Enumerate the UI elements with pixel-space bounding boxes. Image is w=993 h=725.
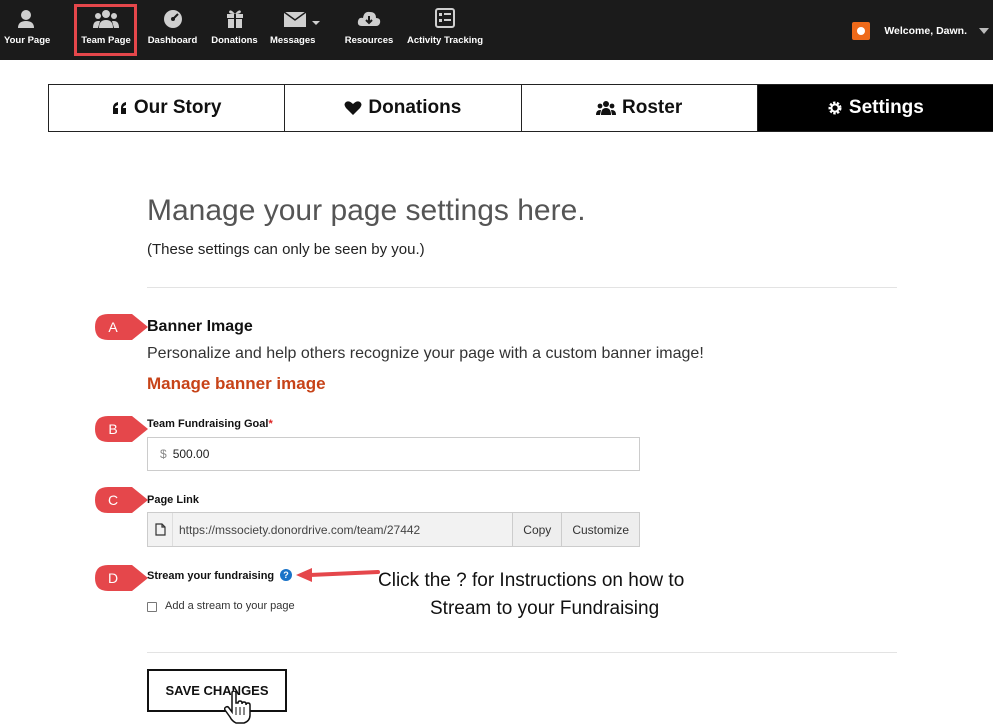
nav-label: Donations bbox=[211, 35, 258, 46]
currency-prefix: $ bbox=[160, 447, 167, 461]
manage-banner-link[interactable]: Manage banner image bbox=[147, 374, 326, 394]
tab-roster[interactable]: Roster bbox=[522, 85, 758, 131]
marker-a: A bbox=[94, 313, 148, 341]
save-changes-button[interactable]: SAVE CHANGES bbox=[147, 669, 287, 712]
team-page-highlight bbox=[74, 4, 137, 56]
hand-cursor-icon bbox=[224, 691, 251, 724]
tab-label: Donations bbox=[368, 97, 462, 118]
top-navbar: Your Page Team Page Dashboard Donations … bbox=[0, 0, 993, 60]
banner-description: Personalize and help others recognize yo… bbox=[147, 345, 704, 362]
marker-c: C bbox=[94, 486, 148, 514]
stream-label: Stream your fundraising bbox=[147, 570, 275, 582]
gear-icon bbox=[827, 100, 843, 116]
users-icon bbox=[596, 100, 617, 116]
envelope-icon bbox=[283, 11, 320, 27]
help-icon[interactable]: ? bbox=[280, 569, 292, 581]
page-link-group: https://mssociety.donordrive.com/team/27… bbox=[147, 512, 640, 547]
tab-label: Roster bbox=[622, 97, 683, 118]
page-tabs: Our Story Donations Roster Settings bbox=[48, 84, 993, 132]
tab-our-story[interactable]: Our Story bbox=[49, 85, 286, 131]
page-subtitle: (These settings can only be seen by you.… bbox=[147, 241, 425, 258]
list-icon bbox=[435, 8, 455, 28]
page-link-label: Page Link bbox=[147, 494, 199, 506]
nav-your-page[interactable]: Your Page bbox=[4, 6, 51, 54]
tab-settings[interactable]: Settings bbox=[757, 85, 993, 131]
tab-donations[interactable]: Donations bbox=[285, 85, 522, 131]
nav-dashboard[interactable]: Dashboard bbox=[145, 6, 200, 54]
nav-label: Your Page bbox=[4, 35, 51, 46]
goal-input[interactable]: $ 500.00 bbox=[147, 437, 640, 471]
avatar bbox=[852, 22, 871, 40]
gift-icon bbox=[226, 10, 243, 28]
tab-label: Settings bbox=[848, 97, 924, 118]
divider bbox=[147, 652, 897, 653]
nav-label: Resources bbox=[344, 35, 394, 46]
marker-b: B bbox=[94, 415, 148, 443]
copy-button[interactable]: Copy bbox=[512, 513, 562, 546]
customize-button[interactable]: Customize bbox=[561, 513, 639, 546]
dashboard-icon bbox=[163, 10, 182, 28]
annotation-line-2: Stream to your Fundraising bbox=[430, 598, 660, 619]
heart-icon bbox=[344, 100, 362, 116]
nav-resources[interactable]: Resources bbox=[343, 6, 395, 54]
cloud-download-icon bbox=[357, 11, 381, 26]
file-icon bbox=[148, 513, 172, 546]
goal-label: Team Fundraising Goal* bbox=[147, 418, 273, 430]
divider bbox=[147, 287, 897, 288]
nav-label: Messages bbox=[270, 35, 316, 46]
required-marker: * bbox=[268, 418, 273, 430]
nav-label: Activity Tracking bbox=[406, 35, 484, 46]
caret-down-icon bbox=[979, 28, 989, 34]
annotation-line-1: Click the ? for Instructions on how to bbox=[378, 570, 685, 591]
tab-label: Our Story bbox=[133, 97, 222, 118]
stream-checkbox[interactable] bbox=[147, 602, 157, 612]
stream-checkbox-label: Add a stream to your page bbox=[165, 600, 295, 612]
page-link-url[interactable]: https://mssociety.donordrive.com/team/27… bbox=[172, 513, 513, 546]
goal-value: 500.00 bbox=[172, 447, 210, 461]
nav-label: Dashboard bbox=[147, 35, 198, 46]
banner-title: Banner Image bbox=[147, 318, 253, 335]
annotation-arrow-icon bbox=[296, 568, 380, 582]
nav-messages[interactable]: Messages bbox=[268, 6, 336, 54]
user-icon bbox=[18, 10, 34, 28]
page-title: Manage your page settings here. bbox=[147, 194, 586, 227]
marker-d: D bbox=[94, 564, 148, 592]
nav-activity-tracking[interactable]: Activity Tracking bbox=[404, 6, 486, 54]
welcome-text: Welcome, Dawn. bbox=[884, 25, 967, 37]
welcome-menu[interactable]: Welcome, Dawn. bbox=[852, 18, 993, 44]
nav-donations[interactable]: Donations bbox=[207, 6, 262, 54]
quote-icon bbox=[112, 101, 128, 115]
